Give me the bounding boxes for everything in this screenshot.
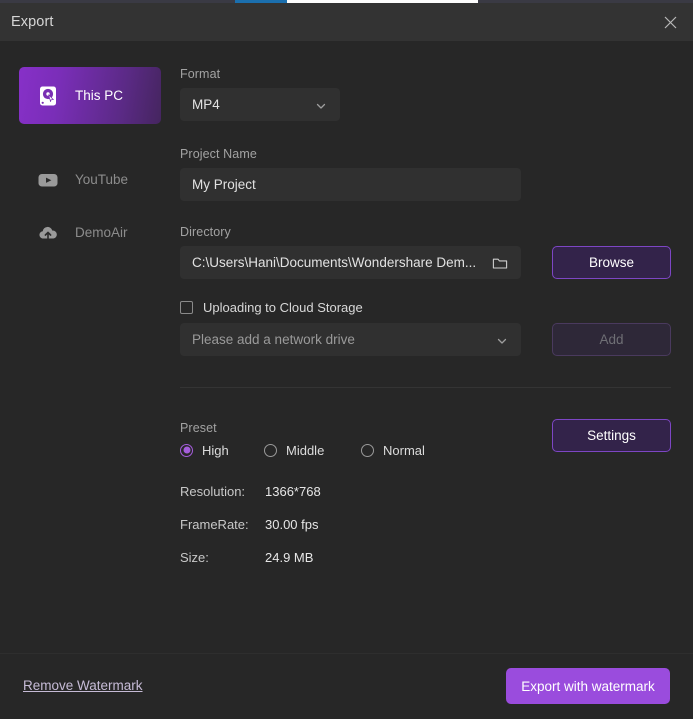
- spec-value: 24.9 MB: [265, 550, 313, 565]
- upload-cloud-label: Uploading to Cloud Storage: [203, 300, 363, 315]
- dialog-body: This PC YouTube DemoAi: [0, 41, 693, 653]
- preset-radio-normal[interactable]: Normal: [361, 443, 425, 458]
- radio-indicator: [180, 444, 193, 457]
- preset-radio-high[interactable]: High: [180, 443, 229, 458]
- preset-radio-middle[interactable]: Middle: [264, 443, 324, 458]
- format-select[interactable]: MP4: [180, 88, 340, 121]
- network-drive-select[interactable]: Please add a network drive: [180, 323, 521, 356]
- spec-key: Size:: [180, 550, 265, 565]
- title-bar: Export: [0, 3, 693, 41]
- sidebar-item-this-pc[interactable]: This PC: [19, 67, 161, 124]
- format-label: Format: [180, 67, 220, 81]
- sidebar-item-label: YouTube: [75, 172, 128, 187]
- network-drive-placeholder: Please add a network drive: [192, 332, 355, 347]
- preset-radio-label: Normal: [383, 443, 425, 458]
- preset-radio-label: High: [202, 443, 229, 458]
- radio-indicator: [361, 444, 374, 457]
- youtube-icon: [36, 168, 60, 192]
- settings-button[interactable]: Settings: [552, 419, 671, 452]
- hard-drive-icon: [36, 84, 60, 108]
- sidebar: This PC YouTube DemoAi: [0, 41, 175, 653]
- directory-value: C:\Users\Hani\Documents\Wondershare Dem.…: [192, 255, 476, 270]
- add-network-drive-button[interactable]: Add: [552, 323, 671, 356]
- main-form: Format MP4 Project Name My Project Direc…: [175, 41, 693, 653]
- spec-key: Resolution:: [180, 484, 265, 499]
- preset-label: Preset: [180, 421, 217, 435]
- export-button-label: Export with watermark: [521, 679, 655, 694]
- spec-row-framerate: FrameRate:30.00 fps: [180, 517, 480, 532]
- export-with-watermark-button[interactable]: Export with watermark: [506, 668, 670, 704]
- close-icon[interactable]: [655, 9, 685, 35]
- directory-input[interactable]: C:\Users\Hani\Documents\Wondershare Dem.…: [180, 246, 521, 279]
- spec-row-resolution: Resolution:1366*768: [180, 484, 480, 499]
- strip-segment-blue: [235, 0, 287, 3]
- directory-label: Directory: [180, 225, 231, 239]
- add-button-label: Add: [599, 332, 623, 347]
- format-value: MP4: [192, 97, 220, 112]
- sidebar-item-demoair[interactable]: DemoAir: [19, 204, 161, 261]
- footer-bar: Remove Watermark Export with watermark: [0, 653, 693, 719]
- remove-watermark-link[interactable]: Remove Watermark: [23, 678, 143, 693]
- sidebar-item-youtube[interactable]: YouTube: [19, 151, 161, 208]
- strip-segment-white: [287, 0, 478, 3]
- preset-radio-label: Middle: [286, 443, 324, 458]
- cloud-upload-icon: [36, 221, 60, 245]
- upload-cloud-checkbox-row[interactable]: Uploading to Cloud Storage: [180, 300, 363, 315]
- window-title: Export: [11, 14, 54, 30]
- project-name-input[interactable]: My Project: [180, 168, 521, 201]
- settings-button-label: Settings: [587, 428, 636, 443]
- export-dialog: Export This PC: [0, 0, 693, 719]
- radio-indicator: [264, 444, 277, 457]
- spec-value: 1366*768: [265, 484, 321, 499]
- spec-key: FrameRate:: [180, 517, 265, 532]
- section-divider: [180, 387, 671, 388]
- upload-cloud-checkbox[interactable]: [180, 301, 193, 314]
- spec-row-size: Size:24.9 MB: [180, 550, 480, 565]
- chevron-down-icon: [315, 99, 327, 111]
- top-accent-strip: [0, 0, 693, 3]
- folder-icon[interactable]: [492, 255, 508, 271]
- spec-value: 30.00 fps: [265, 517, 319, 532]
- project-name-label: Project Name: [180, 147, 257, 161]
- chevron-down-icon: [496, 334, 508, 346]
- sidebar-item-label: This PC: [75, 88, 123, 103]
- browse-button[interactable]: Browse: [552, 246, 671, 279]
- project-name-value: My Project: [192, 177, 256, 192]
- sidebar-item-label: DemoAir: [75, 225, 128, 240]
- browse-button-label: Browse: [589, 255, 634, 270]
